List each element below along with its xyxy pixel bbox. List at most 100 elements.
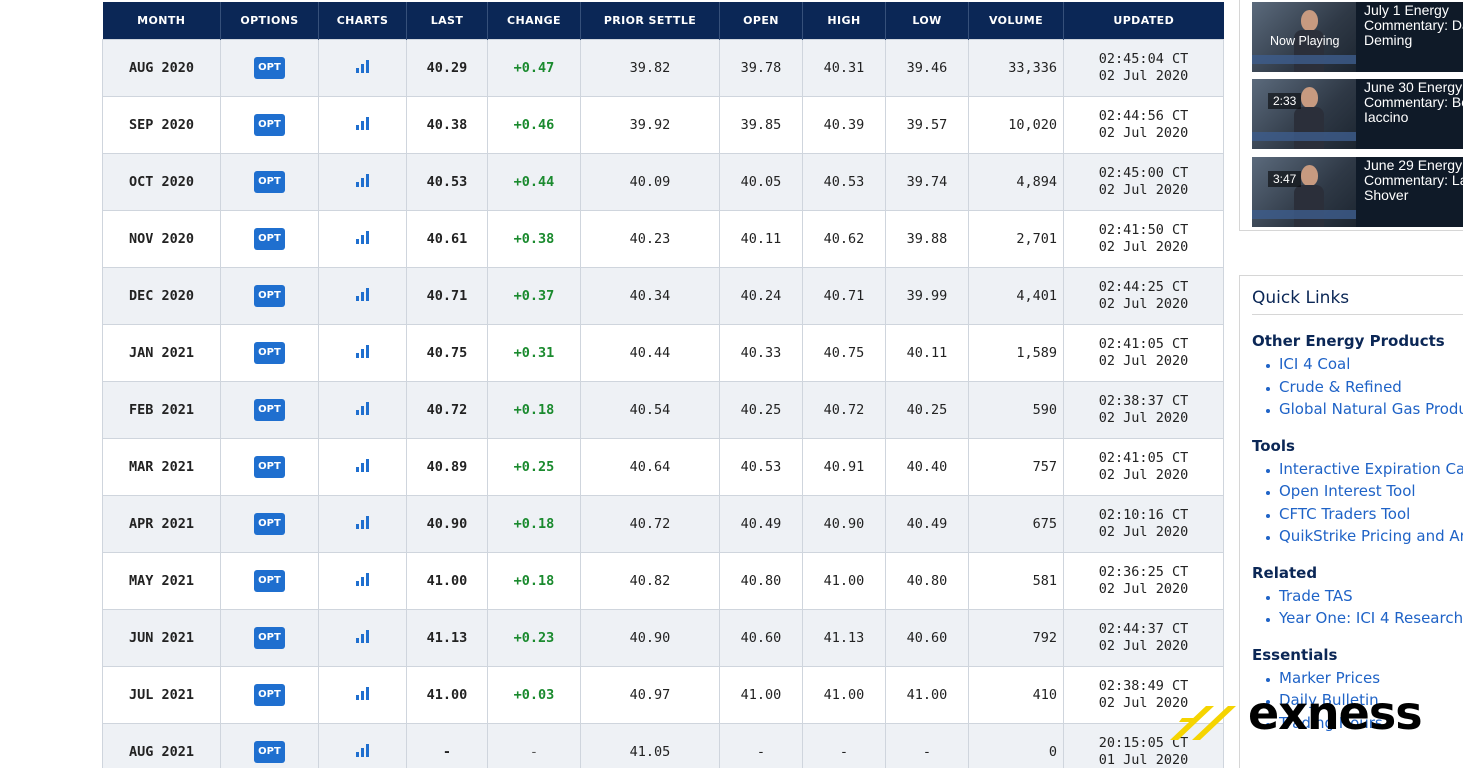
contract-month[interactable]: JUL 2021 bbox=[102, 665, 221, 724]
opt-button[interactable]: OPT bbox=[254, 56, 285, 79]
video-thumbnail[interactable]: 2:33 bbox=[1252, 79, 1356, 149]
bar-chart-icon[interactable] bbox=[355, 287, 371, 305]
table-row: MAY 2021 OPT 41.00 +0.18 40.82 40.80 41.… bbox=[102, 551, 1224, 610]
bar-chart-icon[interactable] bbox=[355, 572, 371, 590]
contract-month[interactable]: MAR 2021 bbox=[102, 437, 221, 496]
contract-month[interactable]: JAN 2021 bbox=[102, 323, 221, 382]
opt-button[interactable]: OPT bbox=[254, 170, 285, 193]
contract-month[interactable]: SEP 2020 bbox=[102, 95, 221, 154]
low-price: 41.00 bbox=[885, 665, 969, 724]
high-price: 41.00 bbox=[802, 665, 886, 724]
opt-button[interactable]: OPT bbox=[254, 341, 285, 364]
header-charts: CHARTS bbox=[318, 2, 407, 39]
opt-button[interactable]: OPT bbox=[254, 284, 285, 307]
price-change: - bbox=[487, 722, 581, 768]
opt-button[interactable]: OPT bbox=[254, 455, 285, 478]
video-item[interactable]: Now Playing July 1 Energy Commentary: Da… bbox=[1252, 2, 1463, 72]
opt-button[interactable]: OPT bbox=[254, 113, 285, 136]
volume: 792 bbox=[968, 608, 1064, 667]
header-volume[interactable]: VOLUME bbox=[968, 2, 1064, 39]
contract-month[interactable]: DEC 2020 bbox=[102, 266, 221, 325]
video-thumbnail[interactable]: 3:47 bbox=[1252, 157, 1356, 227]
bar-chart-icon[interactable] bbox=[355, 173, 371, 191]
last-price: 40.75 bbox=[406, 323, 488, 382]
prior-settle: 40.34 bbox=[580, 266, 720, 325]
high-price: 41.13 bbox=[802, 608, 886, 667]
updated-time: 02:41:05 CT bbox=[1098, 335, 1189, 352]
opt-button[interactable]: OPT bbox=[254, 569, 285, 592]
link-global-natural-gas[interactable]: Global Natural Gas Produ bbox=[1252, 400, 1463, 423]
updated-date: 02 Jul 2020 bbox=[1098, 352, 1189, 369]
header-month[interactable]: MONTH bbox=[102, 2, 221, 39]
table-row: JUL 2021 OPT 41.00 +0.03 40.97 41.00 41.… bbox=[102, 665, 1224, 724]
low-price: 40.60 bbox=[885, 608, 969, 667]
header-change[interactable]: CHANGE bbox=[487, 2, 581, 39]
high-price: 40.72 bbox=[802, 380, 886, 439]
open-price: 40.11 bbox=[719, 209, 803, 268]
updated-date: 02 Jul 2020 bbox=[1098, 637, 1189, 654]
last-price: 41.00 bbox=[406, 551, 488, 610]
contract-month[interactable]: AUG 2021 bbox=[102, 722, 221, 768]
table-header-row: MONTH OPTIONS CHARTS LAST CHANGE PRIOR S… bbox=[102, 2, 1224, 39]
link-crude-refined[interactable]: Crude & Refined bbox=[1252, 378, 1463, 401]
open-price: 40.49 bbox=[719, 494, 803, 553]
charts-cell bbox=[318, 494, 407, 553]
opt-button[interactable]: OPT bbox=[254, 683, 285, 706]
header-open[interactable]: OPEN bbox=[719, 2, 803, 39]
opt-button[interactable]: OPT bbox=[254, 398, 285, 421]
video-thumbnail[interactable]: Now Playing bbox=[1252, 2, 1356, 72]
bar-chart-icon[interactable] bbox=[355, 743, 371, 761]
bar-chart-icon[interactable] bbox=[355, 515, 371, 533]
opt-button[interactable]: OPT bbox=[254, 626, 285, 649]
header-updated: UPDATED bbox=[1063, 2, 1224, 39]
header-prior-settle[interactable]: PRIOR SETTLE bbox=[580, 2, 720, 39]
video-title[interactable]: June 30 Energy Commentary: Bo Iaccino bbox=[1364, 80, 1463, 125]
bar-chart-icon[interactable] bbox=[355, 116, 371, 134]
updated-timestamp: 02:44:56 CT 02 Jul 2020 bbox=[1063, 95, 1224, 154]
bar-chart-icon[interactable] bbox=[355, 686, 371, 704]
link-year-one-research[interactable]: Year One: ICI 4 Research bbox=[1252, 609, 1463, 632]
opt-button[interactable]: OPT bbox=[254, 227, 285, 250]
contract-month[interactable]: AUG 2020 bbox=[102, 38, 221, 97]
updated-time: 02:10:16 CT bbox=[1098, 506, 1189, 523]
contract-month[interactable]: MAY 2021 bbox=[102, 551, 221, 610]
link-open-interest-tool[interactable]: Open Interest Tool bbox=[1252, 482, 1463, 505]
bar-chart-icon[interactable] bbox=[355, 401, 371, 419]
video-item[interactable]: 2:33 June 30 Energy Commentary: Bo Iacci… bbox=[1252, 79, 1463, 149]
bar-chart-icon[interactable] bbox=[355, 230, 371, 248]
updated-timestamp: 02:41:05 CT 02 Jul 2020 bbox=[1063, 323, 1224, 382]
contract-month[interactable]: OCT 2020 bbox=[102, 152, 221, 211]
updated-time: 02:38:37 CT bbox=[1098, 392, 1189, 409]
futures-quotes-table: MONTH OPTIONS CHARTS LAST CHANGE PRIOR S… bbox=[102, 2, 1224, 768]
link-interactive-expiration[interactable]: Interactive Expiration Ca bbox=[1252, 460, 1463, 483]
bar-chart-icon[interactable] bbox=[355, 458, 371, 476]
open-price: 41.00 bbox=[719, 665, 803, 724]
video-title[interactable]: June 29 Energy Commentary: La Shover bbox=[1364, 158, 1463, 203]
link-quikstrike[interactable]: QuikStrike Pricing and An bbox=[1252, 527, 1463, 550]
video-duration: 2:33 bbox=[1268, 93, 1302, 109]
link-ici4-coal[interactable]: ICI 4 Coal bbox=[1252, 355, 1463, 378]
bar-chart-icon[interactable] bbox=[355, 629, 371, 647]
options-cell: OPT bbox=[220, 551, 319, 610]
header-low[interactable]: LOW bbox=[885, 2, 969, 39]
header-high[interactable]: HIGH bbox=[802, 2, 886, 39]
prior-settle: 40.23 bbox=[580, 209, 720, 268]
video-title[interactable]: July 1 Energy Commentary: Da Deming bbox=[1364, 3, 1463, 48]
contract-month[interactable]: JUN 2021 bbox=[102, 608, 221, 667]
video-item[interactable]: 3:47 June 29 Energy Commentary: La Shove… bbox=[1252, 157, 1463, 227]
opt-button[interactable]: OPT bbox=[254, 740, 285, 763]
updated-time: 02:38:49 CT bbox=[1098, 677, 1189, 694]
updated-timestamp: 02:45:00 CT 02 Jul 2020 bbox=[1063, 152, 1224, 211]
bar-chart-icon[interactable] bbox=[355, 344, 371, 362]
header-last[interactable]: LAST bbox=[406, 2, 488, 39]
link-trade-tas[interactable]: Trade TAS bbox=[1252, 587, 1463, 610]
contract-month[interactable]: FEB 2021 bbox=[102, 380, 221, 439]
link-cftc-traders-tool[interactable]: CFTC Traders Tool bbox=[1252, 505, 1463, 528]
contract-month[interactable]: NOV 2020 bbox=[102, 209, 221, 268]
last-price: 40.72 bbox=[406, 380, 488, 439]
opt-button[interactable]: OPT bbox=[254, 512, 285, 535]
contract-month[interactable]: APR 2021 bbox=[102, 494, 221, 553]
price-change: +0.38 bbox=[487, 209, 581, 268]
open-price: 40.80 bbox=[719, 551, 803, 610]
bar-chart-icon[interactable] bbox=[355, 59, 371, 77]
